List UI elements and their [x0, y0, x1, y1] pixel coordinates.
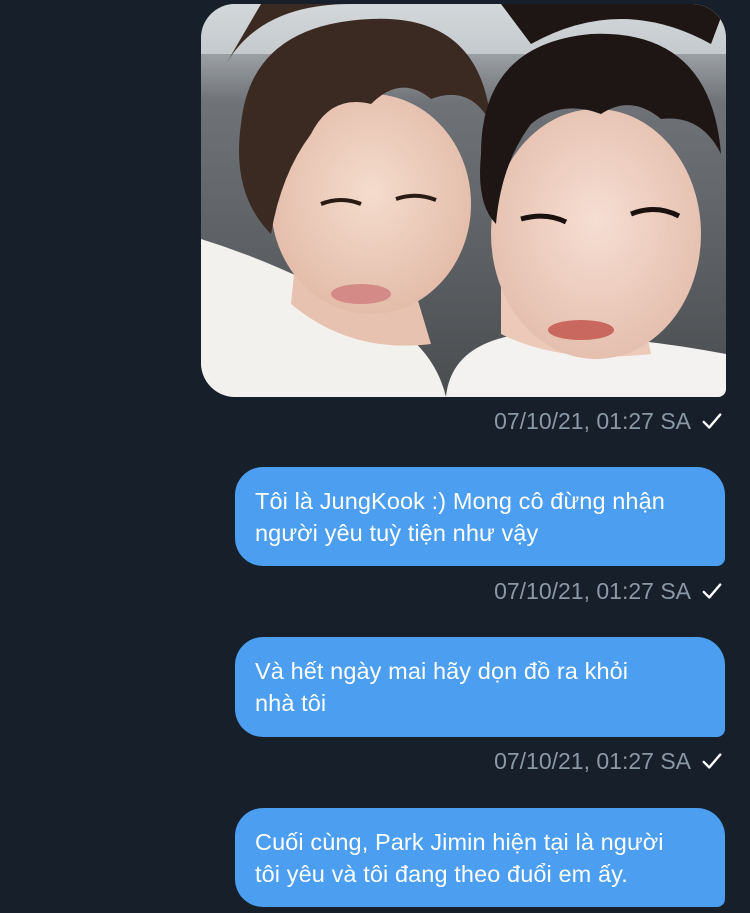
- selfie-photo: [201, 4, 726, 397]
- message-meta: 07/10/21, 01:27 SA: [494, 406, 723, 436]
- check-icon: [702, 753, 722, 769]
- timestamp: 07/10/21, 01:27 SA: [494, 577, 691, 604]
- check-icon: [702, 583, 722, 599]
- conversation-view: 07/10/21, 01:27 SA Tôi là JungKook :) Mo…: [0, 0, 750, 913]
- check-icon: [702, 413, 722, 429]
- message-bubble[interactable]: Và hết ngày mai hãy dọn đồ ra khỏi nhà t…: [235, 637, 725, 737]
- timestamp: 07/10/21, 01:27 SA: [494, 747, 691, 774]
- photo-message[interactable]: [201, 4, 726, 397]
- message-bubble[interactable]: Tôi là JungKook :) Mong cô đừng nhận ngư…: [235, 467, 725, 566]
- timestamp: 07/10/21, 01:27 SA: [494, 407, 691, 434]
- message-meta: 07/10/21, 01:27 SA: [494, 576, 723, 606]
- message-meta: 07/10/21, 01:27 SA: [494, 746, 723, 776]
- message-bubble[interactable]: Cuối cùng, Park Jimin hiện tại là người …: [235, 808, 725, 907]
